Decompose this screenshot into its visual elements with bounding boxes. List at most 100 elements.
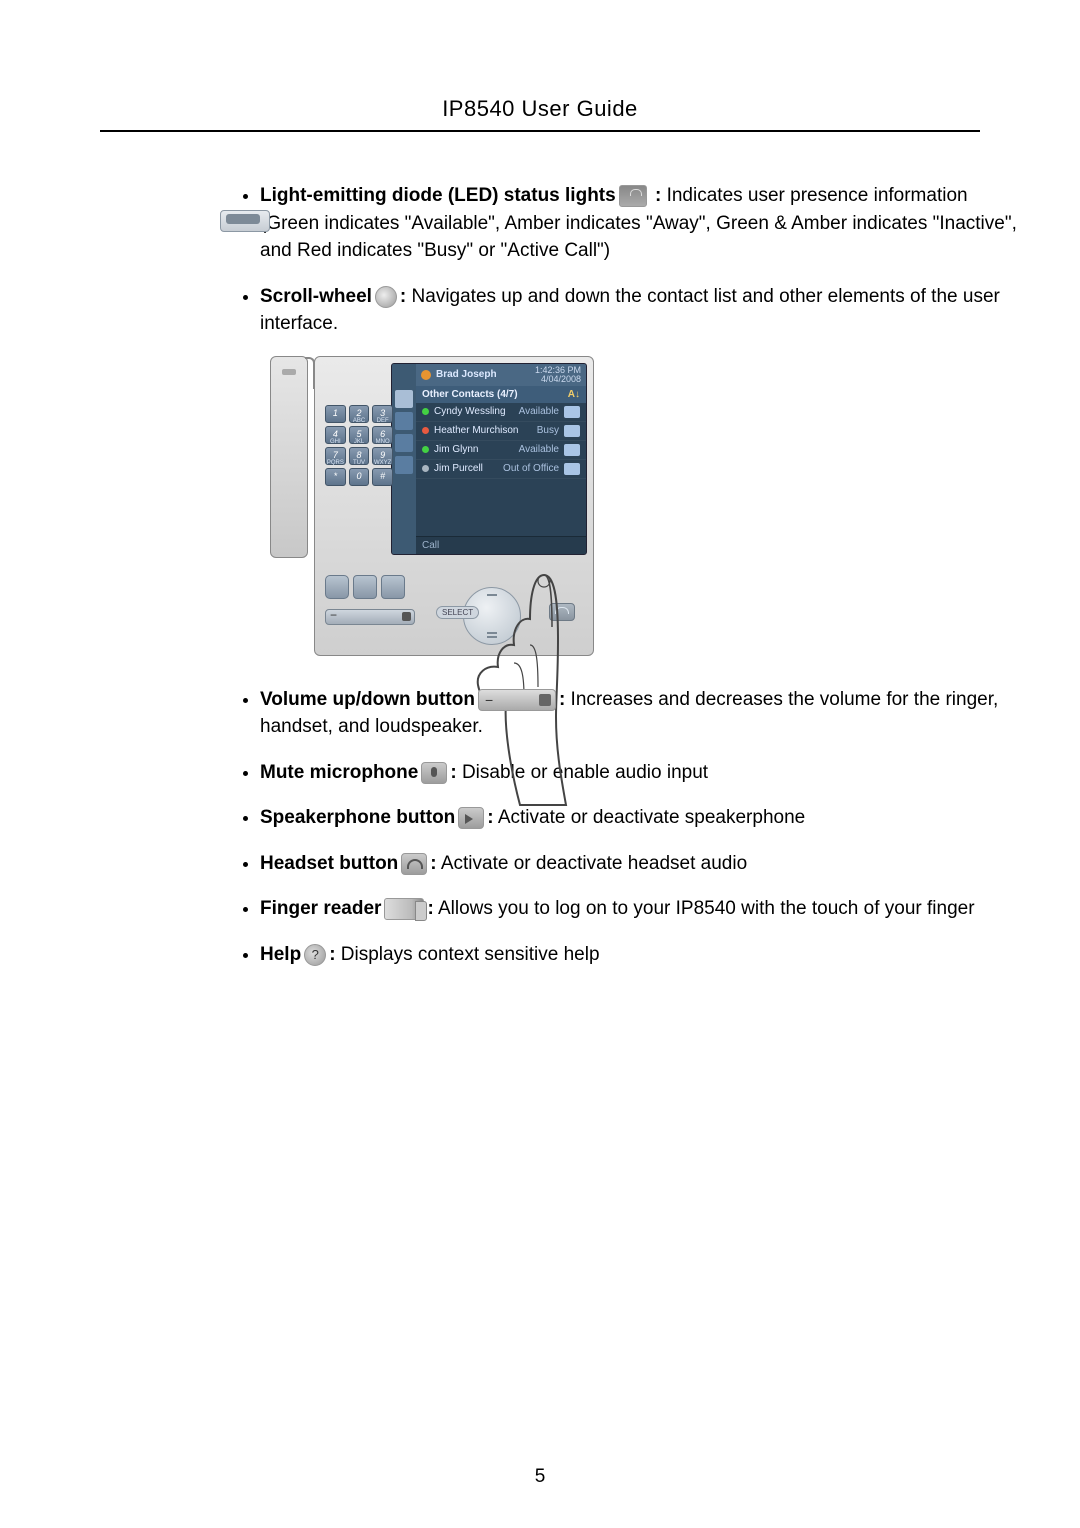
screen-side-tabs (392, 364, 416, 554)
page-title: IP8540 User Guide (100, 96, 980, 130)
phone-screen: Brad Joseph 1:42:36 PM 4/04/2008 Other C… (391, 363, 587, 555)
key-2: 2ABC (349, 405, 370, 423)
screen-date: 4/04/2008 (535, 375, 581, 384)
help-icon (304, 944, 326, 966)
screen-call-bar: Call (416, 536, 586, 554)
page-number: 5 (0, 1466, 1080, 1488)
contact-card-icon (564, 444, 580, 456)
bullet-led-label: Light-emitting diode (LED) status lights (260, 185, 616, 206)
bullet-speaker-desc: Activate or deactivate speakerphone (494, 807, 806, 828)
bullet-speaker-label: Speakerphone button (260, 807, 455, 828)
contact-row: Jim Purcell Out of Office (416, 460, 586, 479)
contact-name: Jim Glynn (434, 444, 519, 455)
contact-status: Out of Office (503, 463, 559, 474)
side-tab (395, 456, 413, 474)
headset-icon (401, 853, 427, 875)
contact-status: Busy (537, 425, 559, 436)
bullet-scroll: Scroll-wheel: Navigates up and down the … (260, 283, 1020, 338)
key-hash: # (372, 468, 393, 486)
contact-name: Jim Purcell (434, 463, 503, 474)
section-title: Other Contacts (4/7) (422, 389, 518, 400)
key-star: * (325, 468, 346, 486)
page: IP8540 User Guide Light-emitting diode (… (0, 0, 1080, 1528)
key-3: 3DEF (372, 405, 393, 423)
colon: : (650, 185, 662, 206)
mute-icon (421, 762, 447, 784)
bullet-volume: Volume up/down button: Increases and dec… (260, 686, 1020, 741)
bullet-headset-label: Headset button (260, 853, 398, 874)
mute-button-icon (381, 575, 405, 599)
contact-status: Available (519, 406, 559, 417)
bullet-help-label: Help (260, 944, 301, 965)
phone: Brad Joseph 1:42:36 PM 4/04/2008 Other C… (270, 356, 600, 656)
speaker-button-icon (353, 575, 377, 599)
bullet-headset-desc: Activate or deactivate headset audio (437, 853, 748, 874)
finger-reader-icon (220, 210, 268, 240)
scroll-wheel-icon (375, 286, 397, 308)
screen-user-name: Brad Joseph (436, 369, 530, 380)
bullet-help: Help: Displays context sensitive help (260, 941, 1020, 969)
bullet-volume-label: Volume up/down button (260, 689, 475, 710)
bullet-list-top: Light-emitting diode (LED) status lights… (260, 182, 1020, 338)
screen-datetime: 1:42:36 PM 4/04/2008 (535, 366, 581, 384)
contact-card-icon (564, 406, 580, 418)
phone-illustration: Brad Joseph 1:42:36 PM 4/04/2008 Other C… (270, 356, 600, 656)
contact-status: Available (519, 444, 559, 455)
bullet-help-desc: Displays context sensitive help (336, 944, 600, 965)
side-tab (395, 412, 413, 430)
bullet-scroll-label: Scroll-wheel (260, 286, 372, 307)
side-tab (395, 390, 413, 408)
select-button: SELECT (436, 606, 479, 619)
bullet-mute-label: Mute microphone (260, 762, 418, 783)
contact-name: Heather Murchison (434, 425, 537, 436)
led-icon (619, 185, 647, 207)
user-presence-icon (421, 370, 431, 380)
phone-body: Brad Joseph 1:42:36 PM 4/04/2008 Other C… (314, 356, 594, 656)
key-7: 7PQRS (325, 447, 346, 465)
finger-reader-inline-icon (384, 898, 424, 920)
presence-icon (422, 465, 429, 472)
volume-icon (478, 689, 556, 711)
bullet-finger-label: Finger reader (260, 898, 381, 919)
side-tab (395, 434, 413, 452)
contact-list: Cyndy Wessling Available Heather Murchis… (416, 403, 586, 536)
phone-handset (270, 356, 308, 558)
screen-topbar: Brad Joseph 1:42:36 PM 4/04/2008 (416, 364, 586, 386)
key-5: 5JKL (349, 426, 370, 444)
contact-row: Jim Glynn Available (416, 441, 586, 460)
bullet-headset: Headset button: Activate or deactivate h… (260, 850, 1020, 878)
presence-icon (422, 446, 429, 453)
contact-card-icon (564, 425, 580, 437)
key-9: 9WXYZ (372, 447, 393, 465)
header-rule (100, 130, 980, 132)
bullet-led: Light-emitting diode (LED) status lights… (260, 182, 1020, 265)
led-slot-icon (549, 603, 575, 621)
bullet-finger-desc: Allows you to log on to your IP8540 with… (434, 898, 975, 919)
contact-card-icon (564, 463, 580, 475)
phone-keypad: 1 2ABC 3DEF 4GHI 5JKL 6MNO 7PQRS 8TUV 9W… (325, 405, 393, 486)
presence-icon (422, 408, 429, 415)
key-4: 4GHI (325, 426, 346, 444)
key-1: 1 (325, 405, 346, 423)
contact-row: Heather Murchison Busy (416, 422, 586, 441)
bullet-speaker: Speakerphone button: Activate or deactiv… (260, 804, 1020, 832)
presence-icon (422, 427, 429, 434)
phone-lower-controls: SELECT (325, 575, 583, 645)
bullet-list-bottom: Volume up/down button: Increases and dec… (260, 686, 1020, 969)
contact-name: Cyndy Wessling (434, 406, 519, 417)
screen-main: Brad Joseph 1:42:36 PM 4/04/2008 Other C… (416, 364, 586, 554)
screen-section-header: Other Contacts (4/7) A↓ (416, 386, 586, 403)
bullet-finger: Finger reader: Allows you to log on to y… (260, 895, 1020, 923)
key-8: 8TUV (349, 447, 370, 465)
bullet-mute-desc: Disable or enable audio input (457, 762, 708, 783)
headset-button-icon (325, 575, 349, 599)
bullet-mute: Mute microphone: Disable or enable audio… (260, 759, 1020, 787)
key-6: 6MNO (372, 426, 393, 444)
volume-bar-icon (325, 609, 415, 625)
contact-row: Cyndy Wessling Available (416, 403, 586, 422)
speakerphone-icon (458, 807, 484, 829)
sort-icon: A↓ (568, 389, 580, 400)
finger-reader-slot (220, 210, 270, 232)
key-0: 0 (349, 468, 370, 486)
scroll-wheel: SELECT (463, 587, 521, 645)
